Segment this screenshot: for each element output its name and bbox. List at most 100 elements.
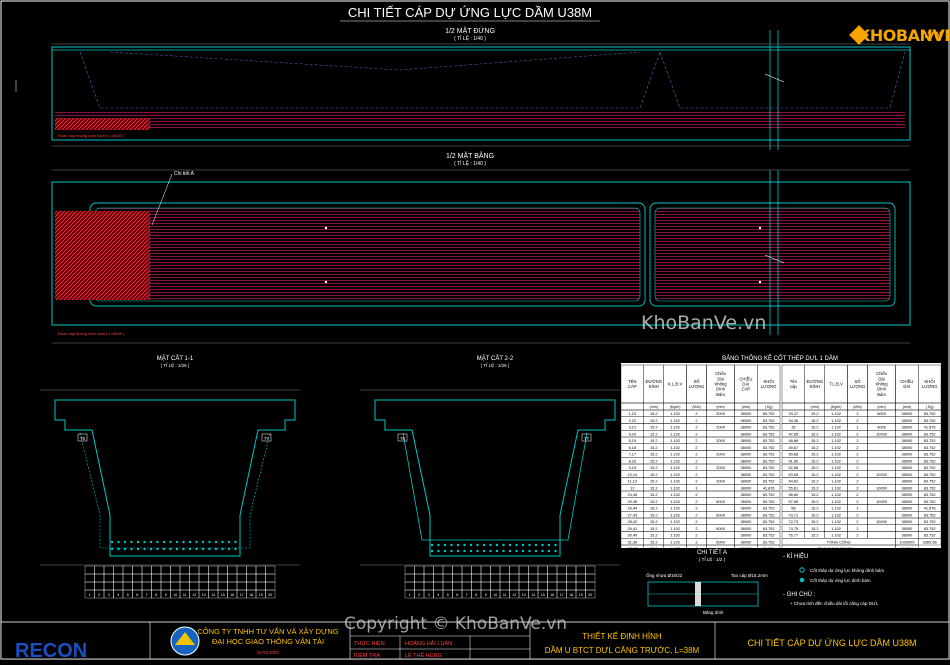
grid-cell	[84, 581, 95, 591]
role-2: KIỂM TRA	[354, 652, 380, 659]
callout-detail-a: Chi tiết A	[174, 171, 195, 177]
grid-cell	[236, 565, 247, 575]
data-value: 2	[695, 418, 697, 423]
data-value: 72,73	[788, 519, 798, 524]
grid-cell	[414, 573, 425, 583]
strand-dot	[227, 540, 231, 544]
data-value: 1.102	[831, 479, 841, 484]
grid-cell	[547, 581, 558, 591]
data-value: 2	[695, 519, 697, 524]
strand-dot	[469, 549, 473, 553]
grid-cell	[480, 565, 491, 575]
grid-cell	[246, 565, 257, 575]
data-value: 38000	[902, 485, 914, 490]
data-value: 83.752	[924, 519, 936, 524]
strand-dot	[221, 540, 224, 544]
grid-cell	[566, 565, 577, 575]
data-value: 83.752	[763, 506, 775, 511]
data-value: 83.752	[924, 418, 936, 423]
data-value: 15.2	[811, 533, 819, 538]
data-value: 38000	[741, 445, 753, 450]
data-value: 2	[856, 533, 858, 538]
data-value: 83.752	[924, 438, 936, 443]
strand-dot	[495, 543, 499, 547]
strand-dot	[495, 549, 499, 553]
section1-tag-left: 76	[80, 436, 86, 441]
data-value: 1.102	[670, 533, 680, 538]
data-value: 2	[695, 465, 697, 470]
section2-title: MẶT CẮT 2-2	[477, 354, 514, 362]
grid-cell	[499, 573, 510, 583]
data-value: 83.752	[763, 472, 775, 477]
grid-index: 10	[173, 593, 177, 597]
grid-cell	[255, 565, 266, 575]
grid-cell	[227, 573, 238, 583]
strand-dot	[162, 540, 166, 544]
data-value: 15.2	[650, 485, 658, 490]
data-value: 83.752	[763, 479, 775, 484]
data-value: 1	[695, 485, 697, 490]
strand-dot	[508, 543, 512, 547]
data-value: 10000	[876, 519, 888, 524]
strand-dot	[528, 543, 531, 547]
grid-cell	[141, 581, 152, 591]
grid-index: 8	[475, 593, 477, 597]
strand-dot	[208, 547, 211, 551]
data-value: 1.102	[831, 452, 841, 457]
grid-cell	[423, 565, 434, 575]
grid-cell	[518, 573, 529, 583]
grid-index: 14	[531, 593, 535, 597]
strand-dot	[482, 543, 486, 547]
header-label: KÍNH	[649, 384, 659, 389]
data-value: 2	[695, 533, 697, 538]
grid-cell	[160, 581, 171, 591]
data-value: 2	[856, 458, 858, 463]
data-value: 38000	[902, 526, 914, 531]
grid-cell	[566, 573, 577, 583]
pipe-value: 116000	[901, 546, 915, 551]
grid-cell	[122, 581, 133, 591]
strand-dot	[117, 547, 120, 551]
data-value: 15.2	[650, 506, 658, 511]
data-value: 1.102	[831, 418, 841, 423]
data-value: 15.2	[650, 492, 658, 497]
data-value: 32,38	[627, 546, 637, 551]
grid-cell	[170, 573, 181, 583]
data-value: 2	[695, 452, 697, 457]
data-value: 38000	[902, 465, 914, 470]
data-value: 2000	[716, 411, 725, 416]
data-value: 2000	[716, 479, 725, 484]
grid-cell	[461, 573, 472, 583]
data-value: 38000	[741, 492, 753, 497]
data-value: 6000	[716, 512, 725, 517]
strand-dot	[554, 543, 557, 547]
sheet-frame	[0, 0, 950, 660]
grid-cell	[236, 581, 247, 591]
grid-index: 10	[493, 593, 497, 597]
grid-cell	[547, 565, 558, 575]
section2-tag-left: 76	[400, 436, 406, 441]
grid-index: 20	[268, 593, 272, 597]
grid-cell	[547, 573, 558, 583]
unit-label: ( Kg)	[926, 405, 934, 409]
elevation-scale: ( TỈ LỆ : 1/40 )	[454, 34, 486, 42]
unit-label: (Kg/m)	[831, 405, 842, 409]
data-value: 15.2	[811, 499, 819, 504]
data-value: 15.2	[650, 431, 658, 436]
data-value: 1.102	[670, 425, 680, 430]
data-value: 2	[695, 499, 697, 504]
data-value: 15.2	[650, 526, 658, 531]
grid-index: 7	[146, 593, 148, 597]
grid-index: 11	[183, 593, 187, 597]
data-value: 15.2	[811, 485, 819, 490]
data-value: 38000	[902, 479, 914, 484]
grid-index: 18	[249, 593, 253, 597]
drawing-sheet: CHI TIẾT CÁP DỰ ỨNG LỰC DẦM U38M 1/2 MẶT…	[0, 0, 950, 662]
grid-cell	[461, 581, 472, 591]
director-label: GIÁM ĐỐC	[257, 649, 281, 655]
data-value: 83.752	[763, 546, 775, 551]
header-label: cáp	[790, 384, 797, 389]
data-value: 38000	[741, 506, 753, 511]
grid-cell	[585, 581, 596, 591]
data-value: 76,77	[788, 533, 798, 538]
